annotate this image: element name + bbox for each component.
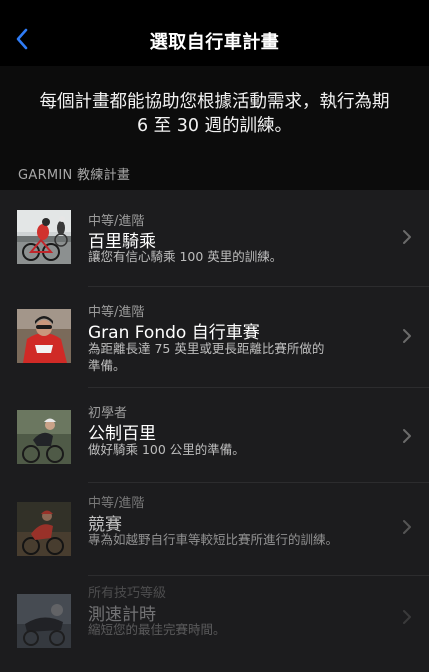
plan-thumbnail: [17, 594, 71, 648]
plan-thumbnail: [17, 410, 71, 464]
red-jersey-cyclist-photo: [17, 309, 71, 363]
plan-description-line: 為距離長達 75 英里或更長距離比賽所做的: [88, 341, 325, 356]
plan-row-race[interactable]: 中等/進階 競賽 專為如越野自行車等較短比賽所進行的訓練。: [0, 483, 429, 579]
plan-description: 縮短您的最佳完賽時間。: [88, 621, 378, 638]
plan-description-line: 做好騎乘 100 公里的準備。: [88, 442, 245, 457]
plan-thumbnail: [17, 502, 71, 556]
road-cyclists-photo: [17, 210, 71, 264]
plan-level: 中等/進階: [88, 496, 145, 511]
page-title: 選取自行車計畫: [149, 32, 280, 53]
screen: 選取自行車計畫 每個計畫都能協助您根據活動需求，執行為期 6 至 30 週的訓練…: [0, 0, 429, 672]
chevron-right-icon: [403, 610, 411, 624]
plan-description-line: 縮短您的最佳完賽時間。: [88, 622, 226, 637]
plan-description-line: 讓您有信心騎乘 100 英里的訓練。: [88, 249, 283, 264]
plan-row-century[interactable]: 中等/進階 百里騎乘 讓您有信心騎乘 100 英里的訓練。: [0, 190, 429, 286]
intro-line-1: 每個計畫都能協助您根據活動需求，執行為期: [39, 92, 390, 112]
plan-row-gran-fondo[interactable]: 中等/進階 Gran Fondo 自行車賽 為距離長達 75 英里或更長距離比賽…: [0, 287, 429, 383]
plan-description: 為距離長達 75 英里或更長距離比賽所做的 準備。: [88, 340, 378, 374]
plan-description-line: 準備。: [88, 358, 126, 373]
plan-level: 所有技巧等級: [88, 586, 167, 601]
plan-thumbnail: [17, 309, 71, 363]
woman-cyclist-photo: [17, 410, 71, 464]
navigation-bar: 選取自行車計畫: [0, 0, 429, 66]
intro-line-2: 6 至 30 週的訓練。: [136, 116, 293, 136]
intro-text: 每個計畫都能協助您根據活動需求，執行為期 6 至 30 週的訓練。: [20, 90, 409, 138]
plan-list: 中等/進階 百里騎乘 讓您有信心騎乘 100 英里的訓練。 中等/進階 Gran…: [0, 190, 429, 672]
time-trial-cyclist-photo: [17, 594, 71, 648]
chevron-right-icon: [403, 429, 411, 443]
plan-row-time-trial[interactable]: 所有技巧等級 測速計時 縮短您的最佳完賽時間。: [0, 576, 429, 672]
section-header: GARMIN 教練計畫: [18, 168, 131, 183]
chevron-right-icon: [403, 520, 411, 534]
plan-description: 讓您有信心騎乘 100 英里的訓練。: [88, 248, 378, 265]
mountain-biker-photo: [17, 502, 71, 556]
chevron-right-icon: [403, 230, 411, 244]
plan-description-line: 專為如越野自行車等較短比賽所進行的訓練。: [88, 532, 339, 547]
plan-row-metric-century[interactable]: 初學者 公制百里 做好騎乘 100 公里的準備。: [0, 388, 429, 484]
plan-description: 專為如越野自行車等較短比賽所進行的訓練。: [88, 531, 378, 548]
plan-thumbnail: [17, 210, 71, 264]
plan-description: 做好騎乘 100 公里的準備。: [88, 441, 378, 458]
chevron-right-icon: [403, 329, 411, 343]
